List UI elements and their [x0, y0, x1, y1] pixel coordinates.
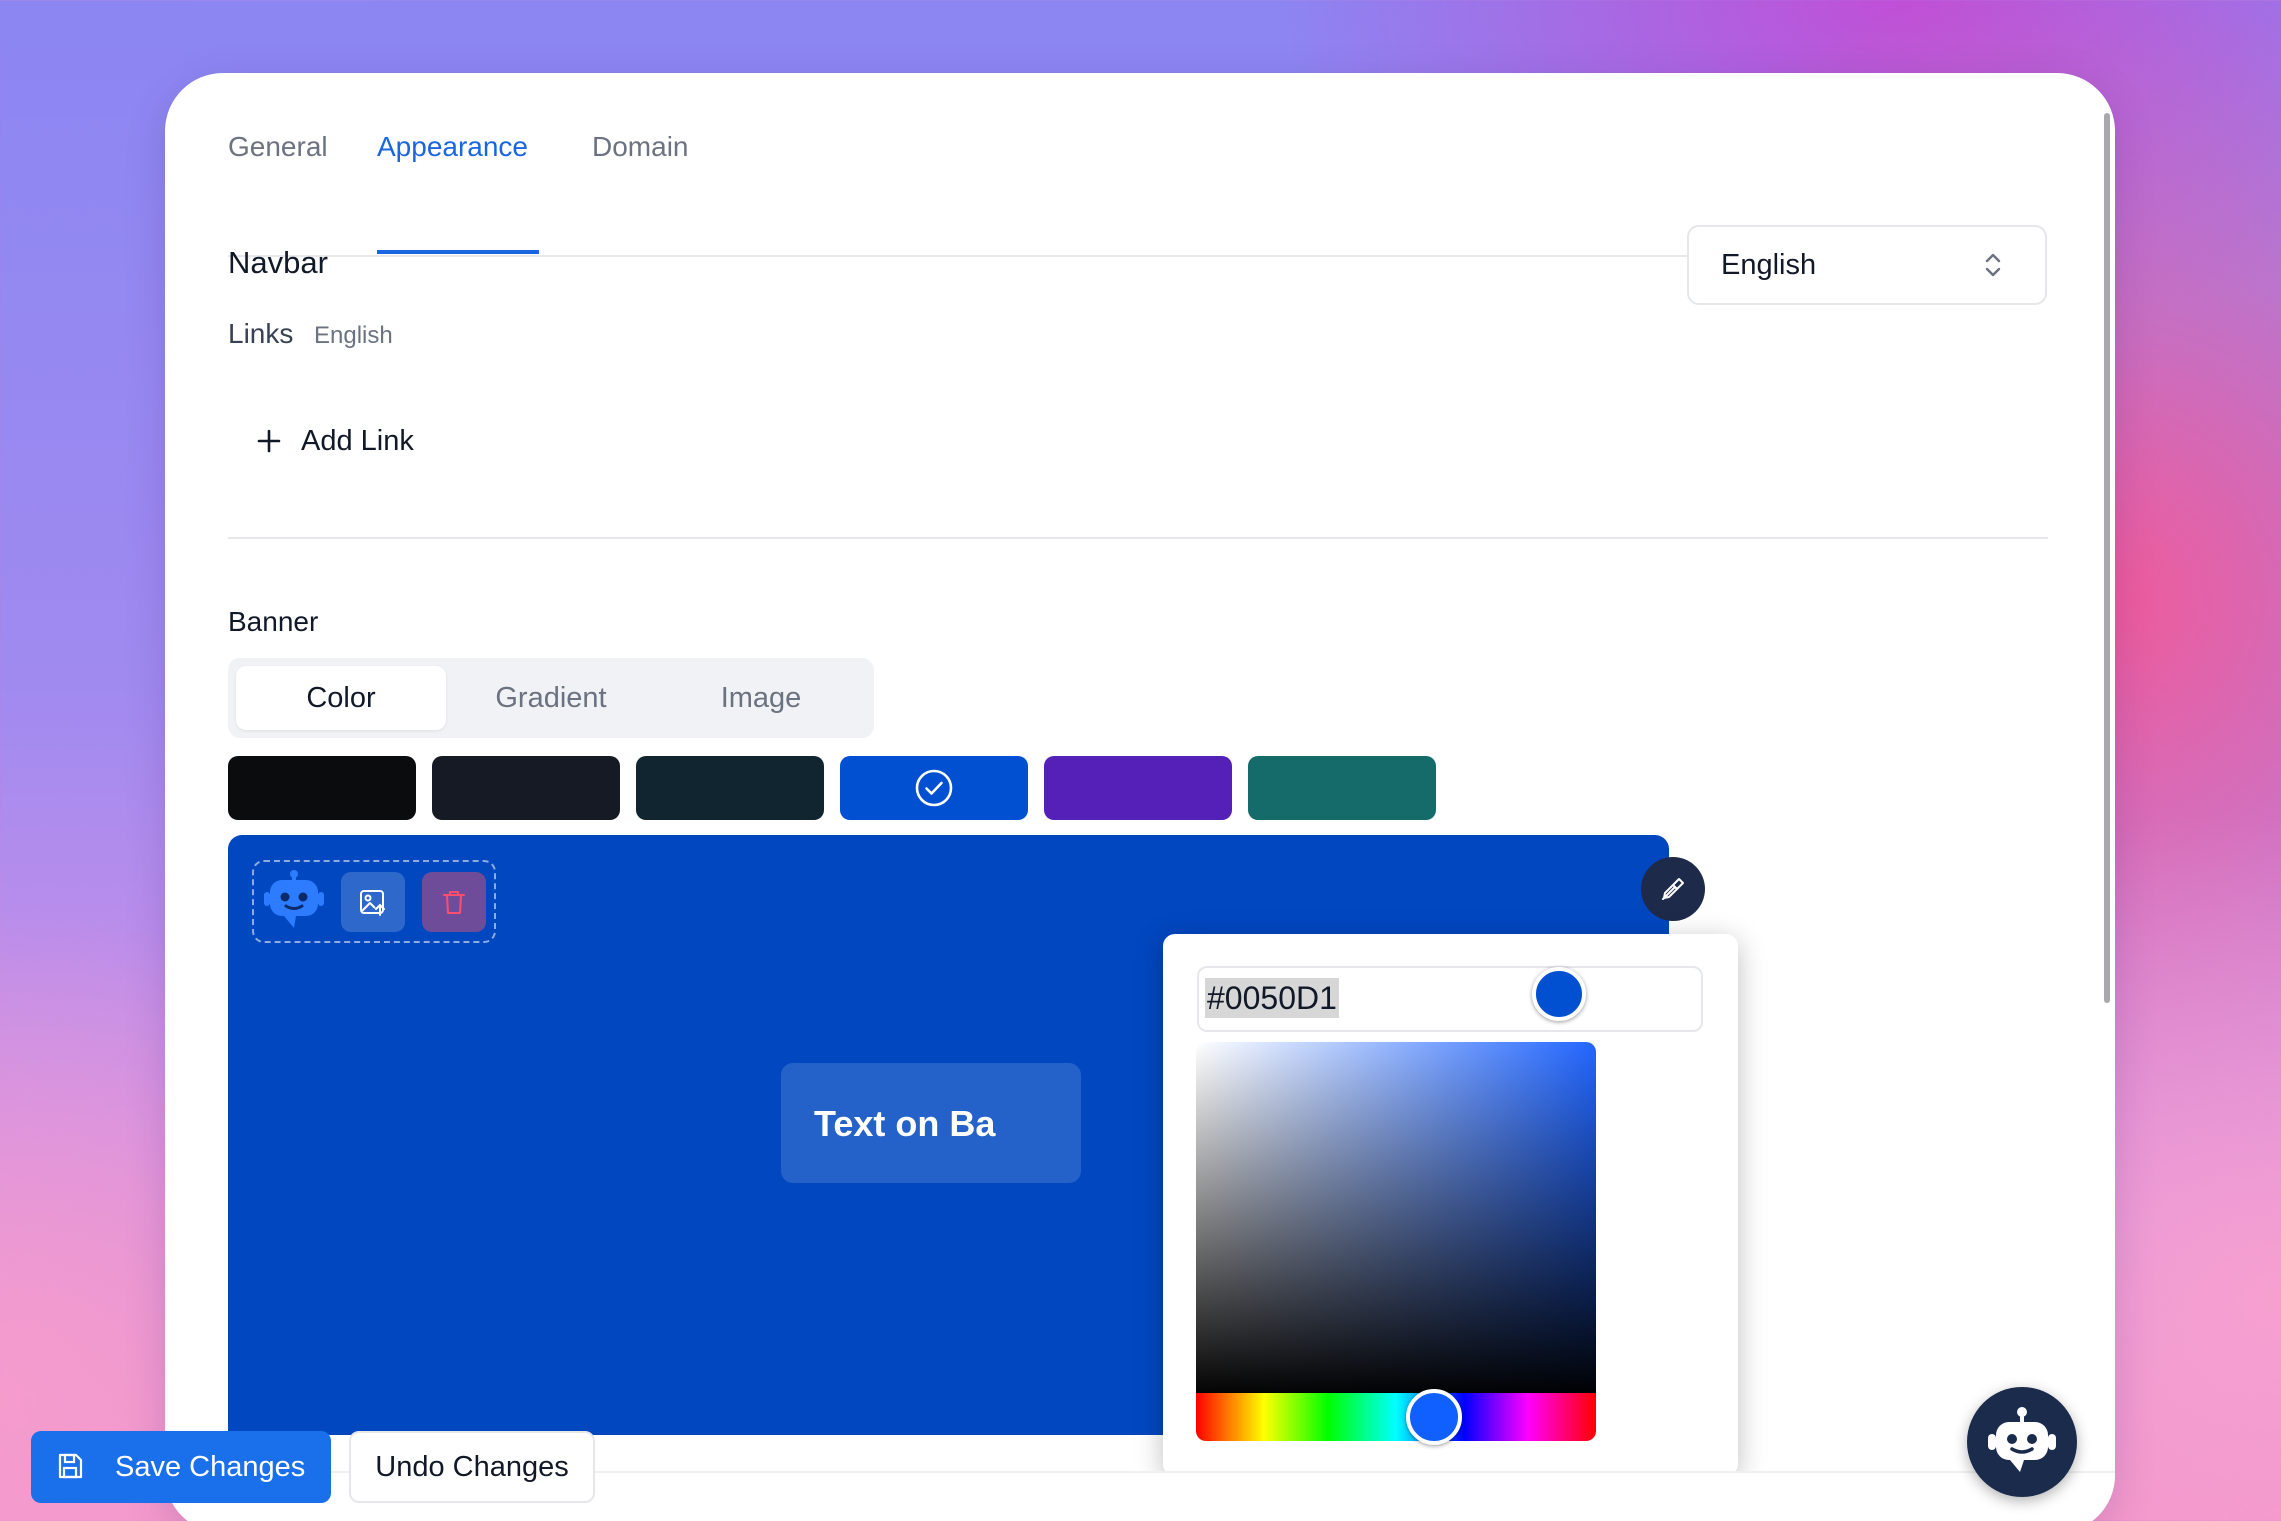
tab-domain[interactable]: Domain	[592, 131, 688, 163]
tab-appearance[interactable]: Appearance	[377, 131, 528, 163]
banner-logo-tools	[252, 860, 496, 943]
saturation-thumb[interactable]	[1532, 967, 1586, 1021]
hex-color-value: #0050D1	[1205, 978, 1339, 1018]
floppy-disk-icon	[58, 1453, 83, 1479]
plus-icon	[257, 429, 281, 453]
upload-image-button[interactable]	[341, 872, 405, 932]
banner-title: Banner	[228, 606, 319, 637]
save-changes-label: Save Changes	[115, 1451, 306, 1483]
active-tab-indicator	[377, 250, 539, 254]
bot-logo-icon	[264, 870, 324, 928]
color-swatch-purple[interactable]	[1044, 756, 1232, 820]
add-link-button[interactable]: Add Link	[255, 416, 414, 466]
image-upload-icon	[360, 890, 385, 916]
chevron-up-down-icon	[1985, 253, 2001, 277]
scrollbar[interactable]	[2104, 113, 2110, 1003]
mode-gradient-button[interactable]: Gradient	[446, 666, 656, 730]
links-label: Links	[228, 318, 294, 349]
language-select-value: English	[1721, 249, 1817, 281]
undo-changes-button[interactable]: Undo Changes	[349, 1431, 595, 1503]
add-link-label: Add Link	[301, 424, 414, 457]
color-swatch-teal[interactable]	[1248, 756, 1436, 820]
color-swatch-dark-teal[interactable]	[636, 756, 824, 820]
chat-bot-icon	[1988, 1407, 2056, 1472]
save-changes-button[interactable]: Save Changes	[31, 1431, 331, 1503]
links-language-hint: English	[314, 322, 393, 349]
banner-mode-switch: Color Gradient Image	[228, 658, 874, 738]
saturation-value-area[interactable]	[1196, 1042, 1596, 1398]
banner-text-block[interactable]: Text on Ba	[781, 1063, 1081, 1183]
language-select[interactable]: English	[1687, 225, 2047, 305]
settings-card: General Appearance Domain Navbar Links E…	[165, 73, 2115, 1521]
color-swatch-blue[interactable]	[840, 756, 1028, 820]
color-swatch-dark-navy[interactable]	[432, 756, 620, 820]
eyedropper-button[interactable]	[1641, 857, 1705, 921]
chat-bot-button[interactable]	[1967, 1387, 2077, 1497]
section-divider	[228, 537, 2048, 539]
check-circle-icon	[915, 769, 953, 807]
delete-logo-button[interactable]	[422, 872, 486, 932]
hue-slider-thumb[interactable]	[1406, 1389, 1462, 1445]
banner-text: Text on Ba	[814, 1103, 996, 1144]
color-swatch-black[interactable]	[228, 756, 416, 820]
tab-general[interactable]: General	[228, 131, 328, 163]
trash-icon	[443, 891, 465, 914]
mode-image-button[interactable]: Image	[656, 666, 866, 730]
mode-color-button[interactable]: Color	[236, 666, 446, 730]
hue-slider[interactable]	[1196, 1393, 1596, 1441]
eyedropper-icon	[1662, 878, 1684, 900]
navbar-title: Navbar	[228, 245, 328, 280]
color-picker-popover: #0050D1	[1163, 934, 1738, 1476]
